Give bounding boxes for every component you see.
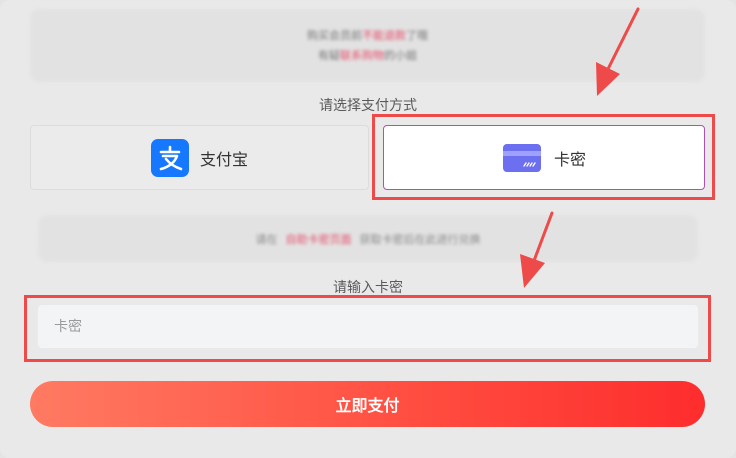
card-code-input[interactable] — [38, 305, 698, 348]
payment-option-label: 支付宝 — [199, 149, 248, 169]
alipay-icon — [150, 138, 189, 177]
hint-link: 自助卡密页面 — [285, 232, 352, 246]
blurred-notice: 购买会员前不能退款了哦 有疑联系购物的小姐 — [30, 9, 705, 82]
notice-text: 有疑 — [318, 48, 340, 62]
card-input-label: 请输入卡密 — [333, 280, 403, 296]
notice-text: 购买会员前 — [307, 28, 362, 42]
notice-text: 的小姐 — [384, 48, 417, 62]
notice-line-1: 购买会员前不能退款了哦 — [307, 26, 428, 46]
payment-option-label: 卡密 — [553, 149, 586, 169]
hint-text: 请在 — [255, 232, 278, 246]
notice-text: 了哦 — [406, 28, 428, 42]
payment-method-label: 请选择支付方式 — [319, 98, 417, 114]
notice-line-2: 有疑联系购物的小姐 — [318, 46, 417, 66]
notice-emphasis: 不能退款 — [362, 28, 406, 42]
credit-card-icon — [502, 142, 542, 174]
payment-option-card[interactable]: 卡密 — [383, 125, 705, 190]
pay-now-button[interactable]: 立即支付 — [30, 381, 705, 427]
payment-option-alipay[interactable]: 支付宝 — [30, 125, 369, 190]
blurred-hint: 请在 自助卡密页面 获取卡密后在此进行兑换 — [38, 215, 698, 262]
hint-text: 获取卡密后在此进行兑换 — [359, 232, 481, 246]
notice-link: 联系购物 — [340, 48, 384, 62]
